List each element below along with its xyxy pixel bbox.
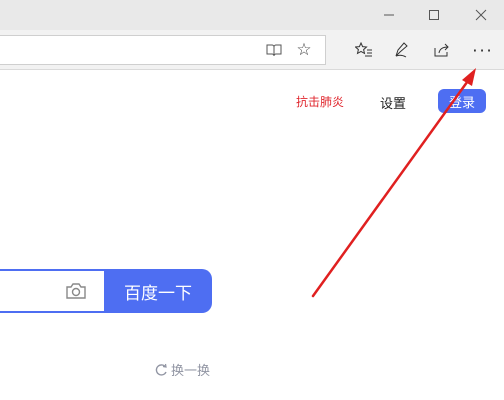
- browser-window: ☆ ··· 抗击肺炎 设置 登录 百度一下 换一换: [0, 0, 504, 400]
- address-bar[interactable]: ☆: [0, 35, 326, 65]
- search-button[interactable]: 百度一下: [104, 269, 212, 313]
- web-note-pen-icon[interactable]: [387, 35, 417, 65]
- reading-view-icon[interactable]: [259, 36, 289, 64]
- login-button[interactable]: 登录: [438, 89, 486, 113]
- close-button[interactable]: [457, 0, 504, 30]
- refresh-link[interactable]: 换一换: [154, 360, 210, 379]
- close-icon: [475, 9, 487, 21]
- browser-toolbar: ☆ ···: [0, 30, 504, 70]
- share-icon[interactable]: [427, 35, 457, 65]
- refresh-label: 换一换: [171, 364, 211, 379]
- camera-icon[interactable]: [64, 278, 88, 304]
- refresh-icon: [154, 363, 168, 377]
- more-options-button[interactable]: ···: [468, 35, 498, 65]
- minimize-icon: [383, 9, 395, 21]
- title-bar: [0, 0, 504, 30]
- settings-link[interactable]: 设置: [380, 93, 406, 112]
- favorite-star-icon[interactable]: ☆: [289, 36, 319, 64]
- minimize-button[interactable]: [365, 0, 413, 30]
- maximize-button[interactable]: [410, 0, 458, 30]
- maximize-icon: [428, 9, 440, 21]
- search-input[interactable]: [0, 269, 106, 313]
- favorites-list-icon[interactable]: [349, 35, 379, 65]
- fight-pneumonia-link[interactable]: 抗击肺炎: [296, 93, 344, 110]
